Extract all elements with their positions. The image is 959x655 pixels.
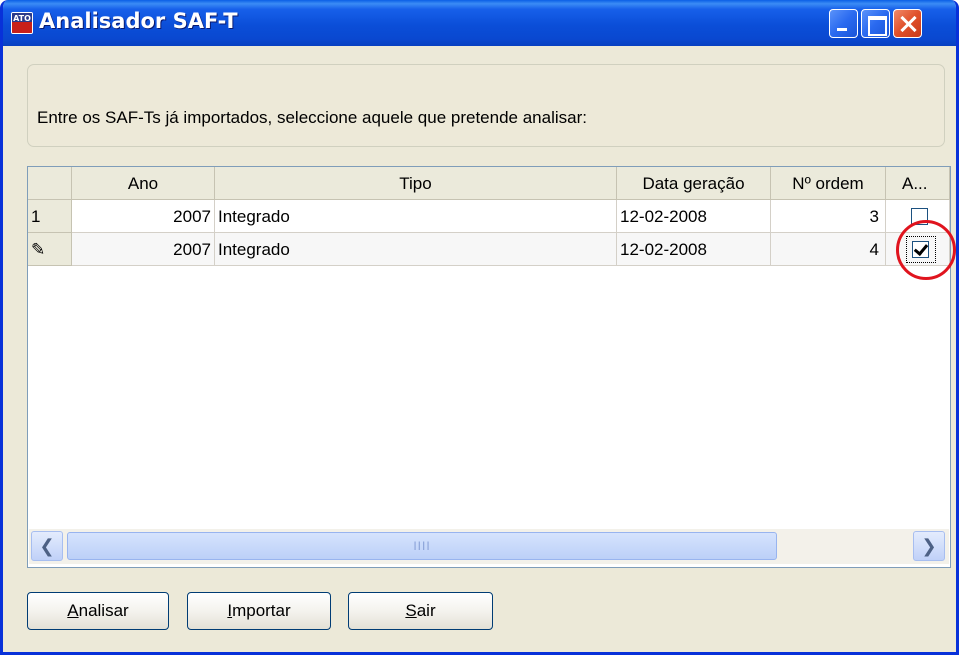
maximize-button[interactable]	[861, 9, 890, 38]
cell-ano[interactable]: 2007	[72, 200, 215, 233]
row-indicator-editing[interactable]: ✎	[28, 233, 72, 266]
analisar-label: nalisar	[78, 601, 129, 620]
cell-ordem[interactable]: 3	[771, 200, 886, 233]
analisar-mnemonic: A	[67, 601, 79, 620]
cell-tipo[interactable]: Integrado	[215, 200, 617, 233]
highlight-circle-annotation	[896, 220, 956, 280]
column-header-analisar[interactable]: A...	[886, 167, 950, 200]
sair-mnemonic: S	[405, 601, 417, 620]
minimize-button[interactable]	[829, 9, 858, 38]
column-header-data[interactable]: Data geração	[617, 167, 771, 200]
cell-tipo[interactable]: Integrado	[215, 233, 617, 266]
importar-label: mportar	[232, 601, 291, 620]
cell-data[interactable]: 12-02-2008	[617, 200, 771, 233]
instruction-text: Entre os SAF-Ts já importados, seleccion…	[37, 108, 587, 127]
column-header-ano[interactable]: Ano	[72, 167, 215, 200]
column-header-tipo[interactable]: Tipo	[215, 167, 617, 200]
scroll-left-button[interactable]: ❮	[31, 531, 63, 561]
row-indicator[interactable]: 1	[28, 200, 72, 233]
cell-ano[interactable]: 2007	[72, 233, 215, 266]
cell-ordem[interactable]: 4	[771, 233, 886, 266]
instruction-panel	[27, 64, 945, 147]
header-corner	[28, 167, 72, 200]
analisador-window: ATO Analisador SAF-T Entre os SAF-Ts já …	[0, 0, 959, 655]
close-button[interactable]	[893, 9, 922, 38]
scroll-thumb[interactable]: IIII	[67, 532, 777, 560]
column-header-ordem[interactable]: Nº ordem	[771, 167, 886, 200]
sair-label: air	[416, 601, 436, 620]
analisar-button[interactable]: Analisar	[27, 592, 169, 630]
scroll-right-button[interactable]: ❯	[913, 531, 945, 561]
title-bar[interactable]: ATO Analisador SAF-T	[3, 0, 956, 46]
window-title: Analisador SAF-T	[39, 9, 238, 33]
importar-button[interactable]: Importar	[187, 592, 331, 630]
horizontal-scrollbar[interactable]: ❮ IIII ❯	[29, 529, 949, 564]
cell-data[interactable]: 12-02-2008	[617, 233, 771, 266]
sair-button[interactable]: Sair	[348, 592, 493, 630]
app-logo-icon: ATO	[11, 12, 33, 34]
saft-grid[interactable]: Ano Tipo Data geração Nº ordem A... 1 20…	[27, 166, 951, 568]
